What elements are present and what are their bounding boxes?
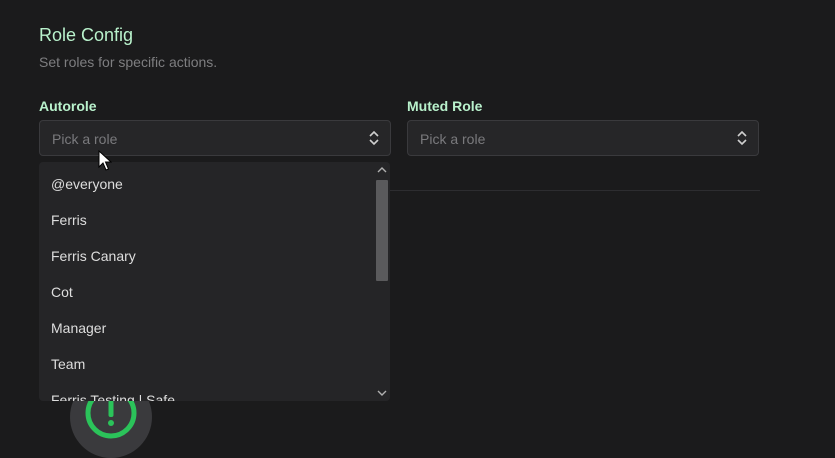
dropdown-option[interactable]: Cot — [39, 270, 374, 306]
muted-role-label: Muted Role — [407, 98, 483, 114]
muted-role-placeholder: Pick a role — [420, 131, 486, 147]
dropdown-scrollbar[interactable] — [374, 162, 390, 401]
chevron-down-icon[interactable] — [377, 389, 387, 397]
dropdown-option[interactable]: Ferris — [39, 198, 374, 234]
section-divider — [390, 190, 760, 191]
chevron-up-icon[interactable] — [377, 166, 387, 174]
autorole-dropdown[interactable]: @everyone Ferris Ferris Canary Cot Manag… — [39, 162, 390, 401]
autorole-label: Autorole — [39, 98, 97, 114]
section-subtitle: Set roles for specific actions. — [39, 54, 218, 70]
muted-role-select[interactable]: Pick a role — [407, 120, 759, 156]
autorole-placeholder: Pick a role — [52, 131, 118, 147]
scrollbar-thumb[interactable] — [376, 180, 388, 281]
dropdown-list: @everyone Ferris Ferris Canary Cot Manag… — [39, 162, 374, 401]
chevron-updown-icon — [737, 130, 747, 146]
autorole-select[interactable]: Pick a role — [39, 120, 391, 156]
chevron-updown-icon — [369, 130, 379, 146]
dropdown-option[interactable]: Ferris Testing | Safe — [39, 378, 374, 401]
section-title: Role Config — [39, 25, 134, 45]
dropdown-option[interactable]: Manager — [39, 306, 374, 342]
dropdown-option[interactable]: Team — [39, 342, 374, 378]
dropdown-option[interactable]: @everyone — [39, 162, 374, 198]
dropdown-option[interactable]: Ferris Canary — [39, 234, 374, 270]
mouse-pointer-icon — [98, 150, 112, 171]
